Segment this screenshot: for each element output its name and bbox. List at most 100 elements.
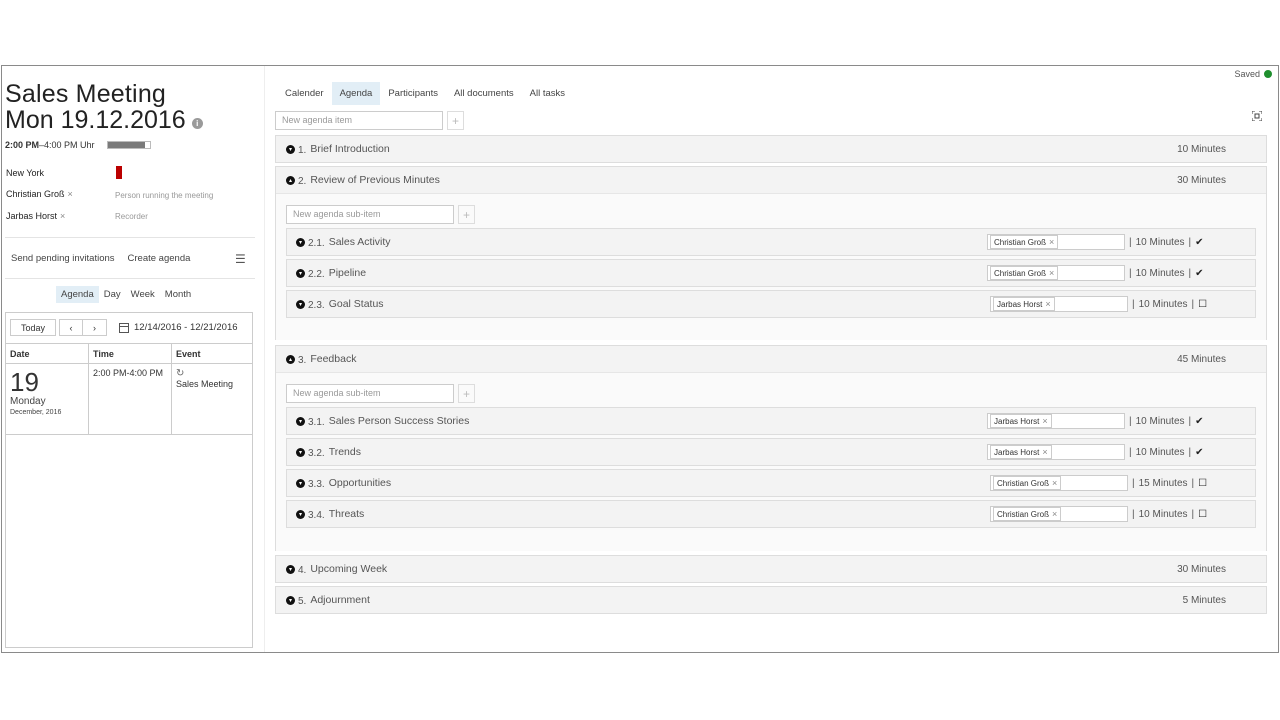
add-sub-item-button[interactable]: + (458, 384, 475, 403)
item-number: 1. (298, 145, 307, 156)
check-icon[interactable]: ✔ (1195, 237, 1203, 248)
remove-icon[interactable]: × (1052, 509, 1057, 519)
sub-item-title: Threats (328, 508, 365, 520)
next-button[interactable]: › (83, 319, 107, 336)
event-cell[interactable]: ↻ Sales Meeting (171, 363, 252, 435)
agenda-item-header[interactable]: ▴ 2. Review of Previous Minutes 30 Minut… (276, 167, 1266, 193)
calendar-toolbar: Today ‹ › 12/14/2016 - 12/21/2016 (10, 319, 238, 336)
sub-item[interactable]: ▾ 3.2. Trends Jarbas Horst × | 10 Minutes… (286, 438, 1256, 466)
agenda-item-header[interactable]: ▾ 1. Brief Introduction 10 Minutes (276, 136, 1266, 162)
add-item-button[interactable]: + (447, 111, 464, 130)
meeting-date-text: Mon 19.12.2016 (5, 106, 186, 134)
sub-items-container: New agenda sub-item + ▾ 2.1. Sales Activ… (276, 193, 1266, 340)
item-number: 5. (298, 596, 307, 607)
prev-button[interactable]: ‹ (59, 319, 83, 336)
new-sub-item-input[interactable]: New agenda sub-item (286, 205, 454, 224)
person-chip: Jarbas Horst × (990, 414, 1052, 428)
person-picker[interactable]: Christian Groß × (990, 506, 1128, 522)
person-chip: Jarbas Horst × (993, 297, 1055, 311)
sub-item[interactable]: ▾ 3.3. Opportunities Christian Groß × | 1… (286, 469, 1256, 497)
person-picker[interactable]: Christian Groß × (990, 475, 1128, 491)
new-agenda-item-input[interactable]: New agenda item (275, 111, 443, 130)
chevron-down-icon[interactable]: ▾ (296, 509, 305, 519)
chevron-down-icon[interactable]: ▾ (296, 416, 305, 426)
check-icon[interactable]: ✔ (1195, 447, 1203, 458)
sub-item[interactable]: ▾ 2.1. Sales Activity Christian Groß × | … (286, 228, 1256, 256)
chevron-down-icon[interactable]: ▾ (286, 144, 295, 154)
remove-icon[interactable]: × (1042, 416, 1047, 426)
person-picker[interactable]: Christian Groß × (987, 265, 1125, 281)
item-duration: 30 Minutes (1177, 563, 1226, 575)
sub-item-duration: | 10 Minutes | ☐ (1132, 298, 1208, 310)
person-picker[interactable]: Jarbas Horst × (987, 413, 1125, 429)
sub-item-number: 3.3. (308, 479, 325, 490)
sub-item-duration: | 10 Minutes | ✔ (1129, 415, 1204, 427)
view-tab-day[interactable]: Day (99, 286, 126, 303)
app-frame: Saved Sales Meeting Mon 19.12.2016 i 2:0… (1, 65, 1279, 653)
sub-item[interactable]: ▾ 2.3. Goal Status Jarbas Horst × | 10 Mi… (286, 290, 1256, 318)
check-icon[interactable]: ✔ (1195, 268, 1203, 279)
chevron-down-icon[interactable]: ▾ (286, 595, 295, 605)
table-row[interactable]: 19 Monday December, 2016 2:00 PM-4:00 PM… (6, 363, 252, 435)
info-icon[interactable]: i (191, 118, 203, 129)
sub-item-duration: | 15 Minutes | ☐ (1132, 477, 1208, 489)
sub-item-duration: | 10 Minutes | ✔ (1129, 236, 1204, 248)
meeting-location[interactable]: New York (6, 168, 44, 178)
chevron-down-icon[interactable]: ▾ (296, 447, 305, 457)
chevron-up-icon[interactable]: ▴ (286, 354, 295, 364)
event-title[interactable]: Sales Meeting (176, 379, 248, 389)
chevron-down-icon[interactable]: ▾ (296, 299, 305, 309)
sub-item-number: 2.2. (308, 269, 325, 280)
remove-icon[interactable]: × (1049, 268, 1054, 278)
view-tab-month[interactable]: Month (160, 286, 196, 303)
remove-icon[interactable]: × (1049, 237, 1054, 247)
today-button[interactable]: Today (10, 319, 56, 336)
tab-participants[interactable]: Participants (380, 82, 446, 105)
check-icon[interactable]: ✔ (1195, 416, 1203, 427)
tab-agenda[interactable]: Agenda (331, 82, 381, 105)
meeting-panel: Sales Meeting Mon 19.12.2016 i 2:00 PM –… (2, 66, 260, 652)
fullscreen-icon[interactable] (1252, 111, 1262, 121)
remove-icon[interactable]: × (60, 211, 65, 221)
agenda-item-header[interactable]: ▾ 4. Upcoming Week 30 Minutes (276, 556, 1266, 582)
bookmark-icon[interactable]: ☐ (1198, 478, 1207, 489)
day-number: 19 (10, 367, 39, 397)
send-invitations-link[interactable]: Send pending invitations (11, 253, 115, 264)
sub-item[interactable]: ▾ 2.2. Pipeline Christian Groß × | 10 Min… (286, 259, 1256, 287)
date-range[interactable]: 12/14/2016 - 12/21/2016 (119, 322, 238, 333)
remove-icon[interactable]: × (68, 189, 73, 199)
menu-icon[interactable]: ☰ (235, 252, 246, 266)
tab-calender[interactable]: Calender (277, 82, 332, 105)
remove-icon[interactable]: × (1042, 447, 1047, 457)
chevron-down-icon[interactable]: ▾ (286, 564, 295, 574)
person-picker[interactable]: Jarbas Horst × (987, 444, 1125, 460)
chevron-down-icon[interactable]: ▾ (296, 237, 305, 247)
chevron-up-icon[interactable]: ▴ (286, 175, 295, 185)
participant-chip: Christian Groß × (6, 189, 73, 199)
sub-item[interactable]: ▾ 3.1. Sales Person Success Stories Jarb… (286, 407, 1256, 435)
sub-item-number: 3.2. (308, 448, 325, 459)
meeting-time: 2:00 PM –4:00 PM Uhr (5, 140, 151, 150)
tab-all-documents[interactable]: All documents (446, 82, 522, 105)
add-sub-item-button[interactable]: + (458, 205, 475, 224)
create-agenda-link[interactable]: Create agenda (128, 253, 191, 264)
remove-icon[interactable]: × (1045, 299, 1050, 309)
chevron-down-icon[interactable]: ▾ (296, 268, 305, 278)
person-chip: Christian Groß × (990, 266, 1059, 280)
bookmark-icon[interactable]: ☐ (1198, 299, 1207, 310)
person-picker[interactable]: Jarbas Horst × (990, 296, 1128, 312)
sub-item[interactable]: ▾ 3.4. Threats Christian Groß × | 10 Minu… (286, 500, 1256, 528)
sub-item-title: Trends (328, 446, 361, 458)
agenda-item-header[interactable]: ▾ 5. Adjournment 5 Minutes (276, 587, 1266, 613)
agenda-item: ▴ 3. Feedback 45 Minutes New agenda sub-… (275, 345, 1267, 551)
agenda-item-header[interactable]: ▴ 3. Feedback 45 Minutes (276, 346, 1266, 372)
tab-all-tasks[interactable]: All tasks (522, 82, 573, 105)
bookmark-icon[interactable]: ☐ (1198, 509, 1207, 520)
person-picker[interactable]: Christian Groß × (987, 234, 1125, 250)
chevron-down-icon[interactable]: ▾ (296, 478, 305, 488)
new-sub-item-input[interactable]: New agenda sub-item (286, 384, 454, 403)
remove-icon[interactable]: × (1052, 478, 1057, 488)
new-item-row: New agenda item + (275, 111, 464, 130)
view-tab-week[interactable]: Week (126, 286, 160, 303)
view-tab-agenda[interactable]: Agenda (56, 286, 99, 303)
